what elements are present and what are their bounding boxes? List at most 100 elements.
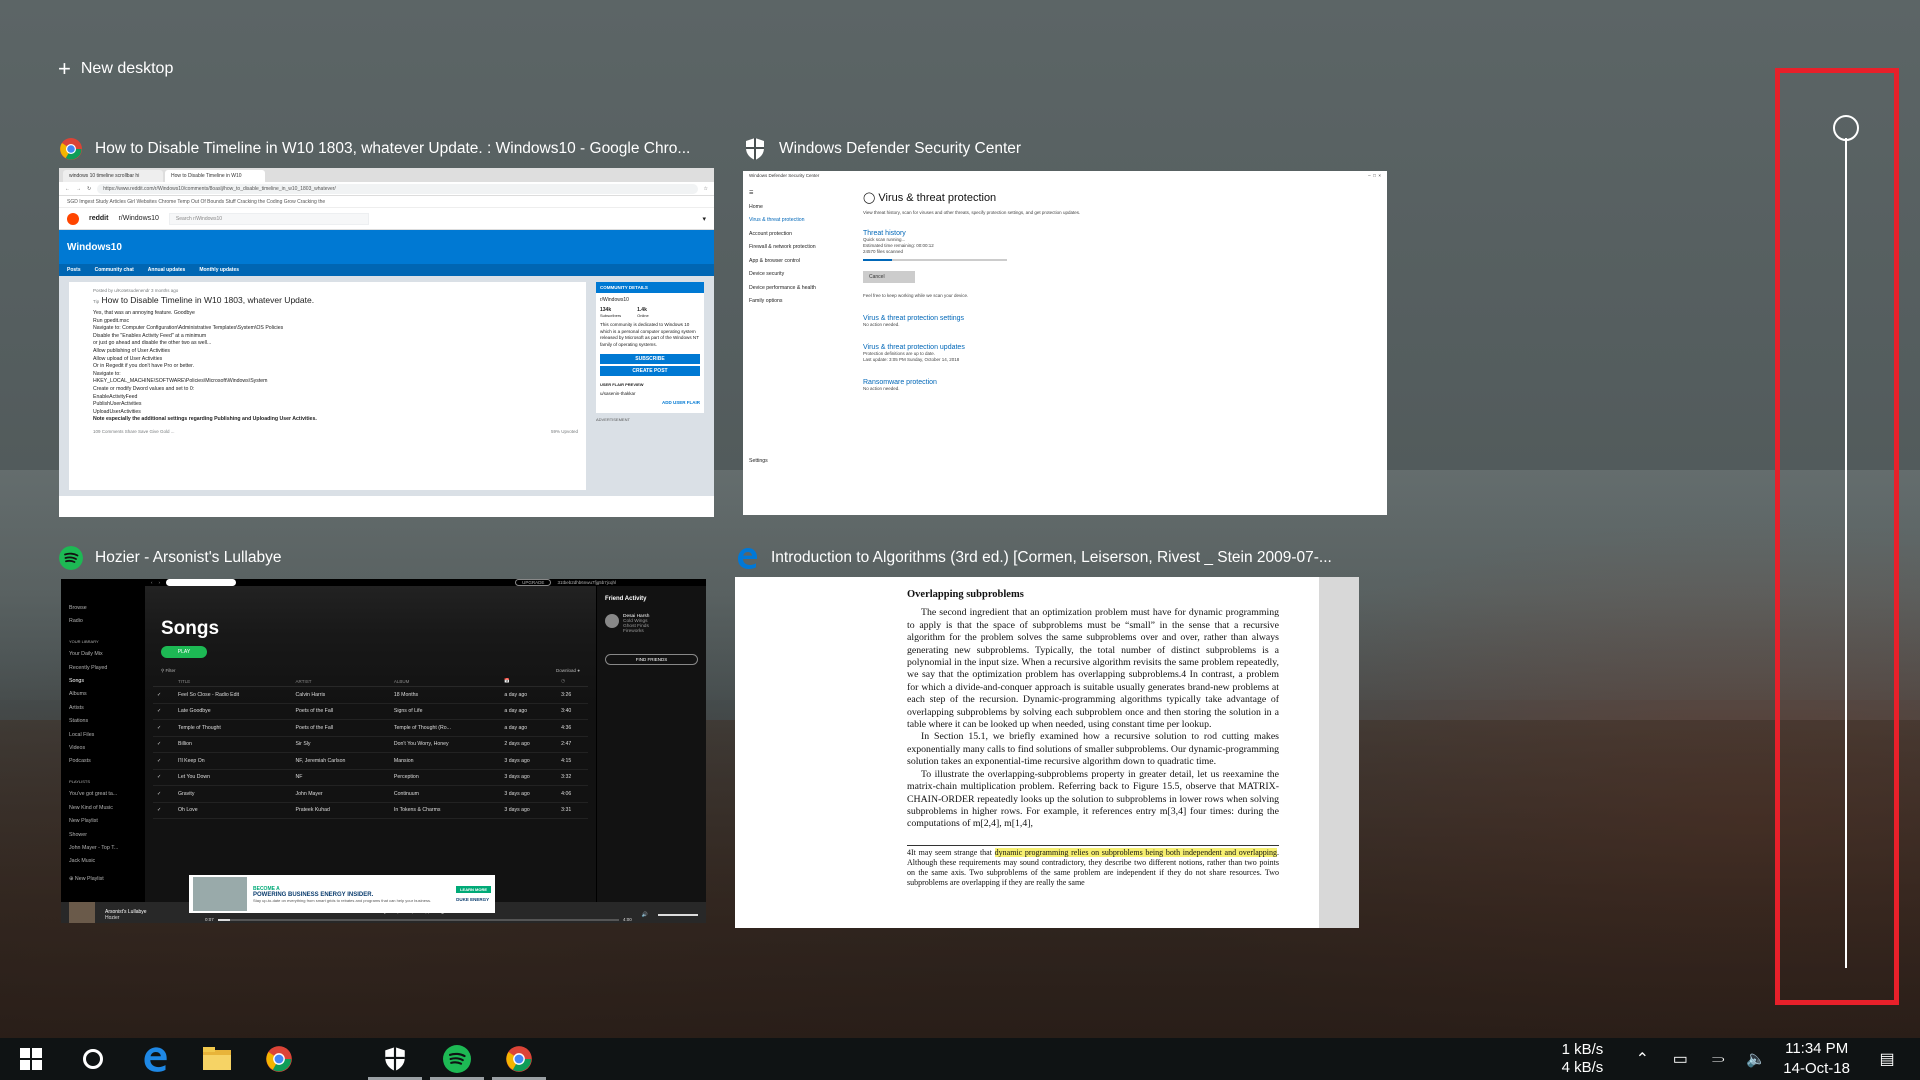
edge-window-title[interactable]: Introduction to Algorithms (3rd ed.) [Co…	[735, 546, 1355, 570]
friend-source[interactable]: Fireworks	[623, 629, 649, 634]
playlist-item[interactable]: New Kind of Music	[69, 802, 137, 815]
subreddit-name[interactable]: r/Windows10	[118, 215, 158, 222]
timeline-scrollbar-handle[interactable]	[1833, 115, 1859, 141]
reddit-search-input[interactable]: Search r/Windows10	[168, 212, 369, 225]
subnav-monthly[interactable]: Monthly updates	[199, 267, 239, 273]
playlist-item[interactable]: Shower	[69, 829, 137, 842]
nav-settings[interactable]: Settings	[749, 455, 847, 469]
add-flair-link[interactable]: ADD USER FLAIR	[596, 396, 704, 409]
edge-window-thumbnail[interactable]: Overlapping subproblems The second ingre…	[735, 577, 1359, 928]
friend-avatar[interactable]	[605, 614, 619, 628]
battery-icon[interactable]: ▭	[1661, 1049, 1699, 1069]
library-item[interactable]: Recently Played	[69, 662, 137, 675]
pdf-scroll-area[interactable]	[1319, 577, 1359, 928]
nav-device-health[interactable]: Device performance & health	[749, 282, 847, 296]
nav-radio[interactable]: Radio	[69, 615, 137, 628]
nav-family[interactable]: Family options	[749, 295, 847, 309]
spotify-search-input[interactable]	[166, 579, 236, 586]
cancel-scan-button[interactable]: Cancel	[863, 271, 915, 283]
playlist-item[interactable]: You've got great ta...	[69, 788, 137, 801]
subnav-chat[interactable]: Community chat	[95, 267, 134, 273]
back-icon[interactable]: ‹	[151, 580, 153, 585]
nav-virus-protection[interactable]: Virus & threat protection	[749, 214, 847, 228]
user-menu[interactable]: ▾	[702, 215, 706, 223]
seek-bar[interactable]	[217, 918, 619, 921]
library-item-songs[interactable]: Songs	[69, 675, 137, 688]
spotify-ad-banner[interactable]: BECOME A POWERING BUSINESS ENERGY INSIDER…	[189, 875, 495, 913]
table-row[interactable]: ✓ Late Goodbye Poets of the Fall Signs of L…	[153, 703, 588, 720]
taskbar-edge[interactable]	[124, 1038, 186, 1080]
col-date[interactable]: 📅	[500, 676, 558, 687]
playlist-item[interactable]: New Playlist	[69, 815, 137, 828]
taskbar-defender[interactable]	[364, 1038, 426, 1080]
col-duration[interactable]: ◷	[557, 676, 588, 687]
library-item[interactable]: Your Daily Mix	[69, 648, 137, 661]
table-row[interactable]: ✓ Billion Sir Sly Don't You Worry, Honey 2 d…	[153, 736, 588, 753]
clock[interactable]: 11:34 PM 14-Oct-18	[1783, 1039, 1850, 1079]
taskbar-chrome[interactable]	[248, 1038, 310, 1080]
defender-window-thumbnail[interactable]: Windows Defender Security Center – □ × ☰ …	[743, 171, 1387, 515]
nav-app-browser[interactable]: App & browser control	[749, 255, 847, 269]
protection-settings-link[interactable]: Virus & threat protection settings	[863, 315, 1377, 322]
window-controls[interactable]: – □ ×	[1368, 173, 1381, 179]
wifi-icon[interactable]: ⥰	[1699, 1050, 1737, 1068]
bookmarks-bar[interactable]: SGD Imgest Study Articles Girl Websites …	[59, 196, 714, 208]
create-post-button[interactable]: CREATE POST	[600, 366, 700, 376]
playlist-item[interactable]: Jack Music	[69, 855, 137, 868]
table-row[interactable]: ✓ I'll Keep On NF, Jeremiah Carlson Mansion…	[153, 752, 588, 770]
taskbar-spotify[interactable]	[426, 1038, 488, 1080]
timeline-scrollbar-track[interactable]	[1845, 138, 1847, 968]
col-title[interactable]: TITLE	[174, 676, 292, 687]
col-album[interactable]: ALBUM	[389, 676, 501, 687]
play-button[interactable]: PLAY	[161, 646, 207, 658]
subnav-posts[interactable]: Posts	[67, 267, 81, 273]
volume-icon[interactable]: 🔊	[642, 912, 648, 918]
forward-icon[interactable]: ›	[159, 580, 161, 585]
table-row[interactable]: ✓ Gravity John Mayer Continuum 3 days ago 4:0…	[153, 785, 588, 803]
community-name[interactable]: r/Windows10	[596, 293, 704, 307]
nav-account[interactable]: Account protection	[749, 228, 847, 242]
reload-icon[interactable]: ↻	[87, 186, 91, 192]
now-playing-artist[interactable]: Hozier	[105, 915, 195, 921]
download-toggle[interactable]: Download ●	[556, 668, 580, 674]
library-item[interactable]: Podcasts	[69, 755, 137, 768]
chrome-window-thumbnail[interactable]: windows 10 timeline scrollbar hi How to …	[59, 168, 714, 517]
upgrade-button[interactable]: UPGRADE	[515, 579, 552, 586]
library-item[interactable]: Videos	[69, 742, 137, 755]
cortana-button[interactable]	[62, 1038, 124, 1080]
new-playlist-button[interactable]: ⊕ New Playlist	[69, 873, 137, 886]
table-row[interactable]: ✓ Let You Down NF Perception 3 days ago 3:32	[153, 769, 588, 786]
find-friends-button[interactable]: FIND FRIENDS	[605, 654, 698, 665]
star-icon[interactable]: ☆	[704, 186, 708, 192]
defender-window-title[interactable]: Windows Defender Security Center	[743, 137, 1383, 161]
spotify-window-thumbnail[interactable]: ‹ › UPGRADE 31tbeb2dhb6nwu7fjg5b7jcqhl Br…	[61, 579, 706, 923]
subnav-annual[interactable]: Annual updates	[148, 267, 186, 273]
browser-tab[interactable]: windows 10 timeline scrollbar hi	[63, 170, 163, 182]
back-icon[interactable]: ←	[65, 186, 70, 192]
new-desktop-button[interactable]: + New desktop	[58, 58, 173, 80]
chrome-window-title[interactable]: How to Disable Timeline in W10 1803, wha…	[59, 137, 699, 161]
table-row[interactable]: ✓ Oh Love Prateek Kuhad In Tokens & Charms 3…	[153, 802, 588, 819]
table-row[interactable]: ✓ Feel So Close - Radio Edit Calvin Harris…	[153, 686, 588, 704]
taskbar-chrome-2[interactable]	[488, 1038, 550, 1080]
filter-input[interactable]: ⚲ Filter	[161, 668, 176, 674]
nav-firewall[interactable]: Firewall & network protection	[749, 241, 847, 255]
library-item[interactable]: Albums	[69, 688, 137, 701]
start-button[interactable]	[0, 1038, 62, 1080]
library-item[interactable]: Artists	[69, 702, 137, 715]
library-item[interactable]: Stations	[69, 715, 137, 728]
browser-tab-active[interactable]: How to Disable Timeline in W10	[165, 170, 265, 182]
subscribe-button[interactable]: SUBSCRIBE	[600, 354, 700, 364]
hamburger-icon[interactable]: ☰	[749, 187, 847, 201]
nav-home[interactable]: Home	[749, 201, 847, 215]
ad-learn-more-button[interactable]: LEARN MORE	[456, 886, 491, 893]
post-title[interactable]: How to Disable Timeline in W10 1803, wha…	[101, 295, 314, 305]
volume-icon[interactable]: 🔈	[1737, 1049, 1775, 1069]
table-row[interactable]: ✓ Temple of Thought Poets of the Fall Templ…	[153, 719, 588, 737]
nav-device-security[interactable]: Device security	[749, 268, 847, 282]
volume-slider[interactable]	[658, 914, 698, 917]
threat-history-link[interactable]: Threat history	[863, 230, 1377, 237]
protection-updates-link[interactable]: Virus & threat protection updates	[863, 344, 1377, 351]
post-actions[interactable]: 109 Comments Share Save Give Gold ...	[93, 429, 175, 434]
library-item[interactable]: Local Files	[69, 729, 137, 742]
